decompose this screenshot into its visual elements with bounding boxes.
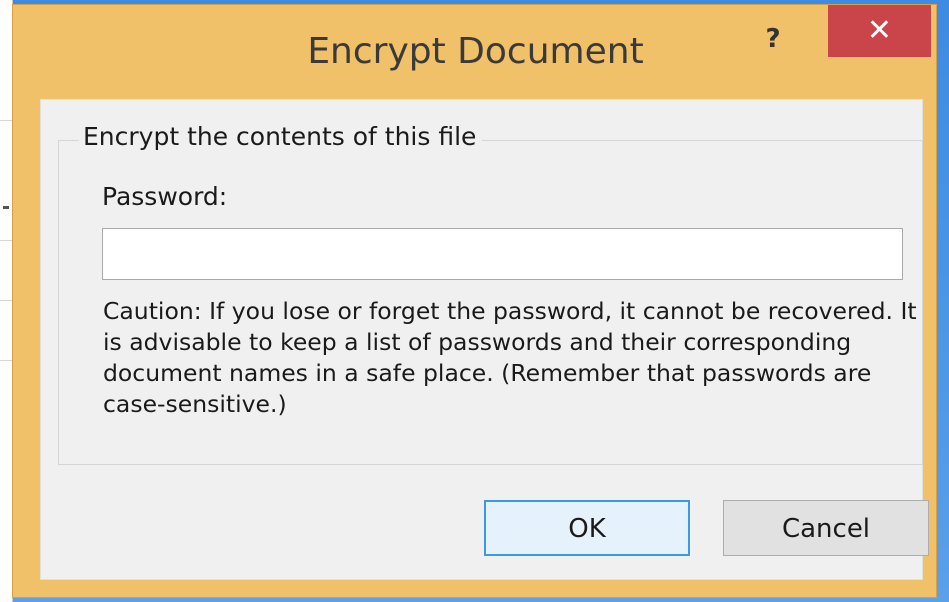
dialog-title: Encrypt Document [307, 31, 644, 72]
background-line [0, 360, 12, 361]
groupbox-legend: Encrypt the contents of this file [79, 122, 483, 151]
background-line [0, 240, 12, 241]
cancel-button[interactable]: Cancel [723, 500, 929, 556]
background-line [0, 300, 12, 301]
background-line [0, 120, 12, 121]
password-label: Password: [102, 182, 228, 211]
background-marker [3, 206, 9, 209]
dialog-body: Encrypt the contents of this file Passwo… [40, 99, 929, 580]
help-button[interactable]: ? [761, 21, 785, 57]
password-input[interactable] [102, 228, 903, 280]
ok-button[interactable]: OK [484, 500, 690, 556]
encrypt-document-dialog: Encrypt Document ? ✕ Encrypt the content… [12, 4, 937, 598]
close-button[interactable]: ✕ [828, 5, 931, 57]
caution-text: Caution: If you lose or forget the passw… [103, 297, 917, 418]
